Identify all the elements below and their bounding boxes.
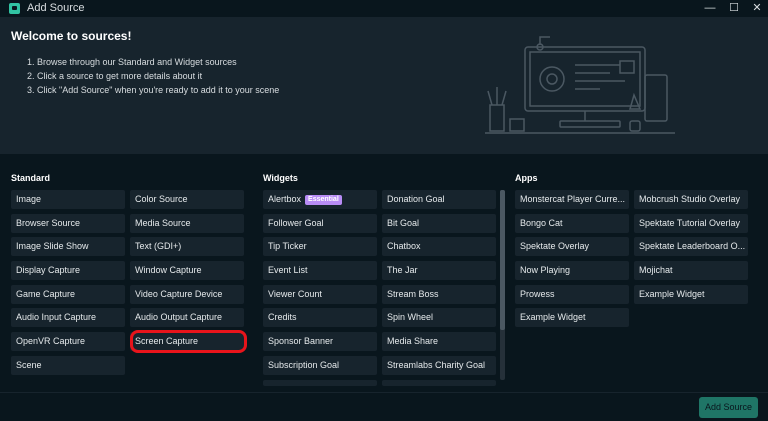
widget-alertbox-label: Alertbox: [268, 194, 302, 204]
close-button[interactable]: ✕: [746, 0, 768, 17]
source-image[interactable]: Image: [11, 190, 125, 209]
source-audio-output-capture[interactable]: Audio Output Capture: [130, 308, 244, 327]
widget-tip-ticker[interactable]: Tip Ticker: [263, 237, 377, 256]
widget-subscription-goal[interactable]: Subscription Goal: [263, 356, 377, 375]
widget-media-share[interactable]: Media Share: [382, 332, 496, 351]
source-media-source[interactable]: Media Source: [130, 214, 244, 233]
source-lists: Standard Image Color Source Browser Sour…: [0, 162, 768, 392]
apps-heading: Apps: [515, 173, 538, 183]
widget-viewer-count[interactable]: Viewer Count: [263, 285, 377, 304]
source-text-gdi[interactable]: Text (GDI+): [130, 237, 244, 256]
app-spektate-tutorial-overlay[interactable]: Spektate Tutorial Overlay: [634, 214, 748, 233]
app-spektate-leaderboard[interactable]: Spektate Leaderboard O...: [634, 237, 748, 256]
desk-illustration-icon: [485, 36, 675, 134]
app-now-playing[interactable]: Now Playing: [515, 261, 629, 280]
widget-partial-row[interactable]: [263, 380, 377, 386]
source-scene[interactable]: Scene: [11, 356, 125, 375]
source-browser-source[interactable]: Browser Source: [11, 214, 125, 233]
essential-badge: Essential: [305, 195, 342, 205]
source-color-source[interactable]: Color Source: [130, 190, 244, 209]
standard-heading: Standard: [11, 173, 51, 183]
widget-chatbox[interactable]: Chatbox: [382, 237, 496, 256]
widget-sponsor-banner[interactable]: Sponsor Banner: [263, 332, 377, 351]
widget-bit-goal[interactable]: Bit Goal: [382, 214, 496, 233]
maximize-button[interactable]: ☐: [723, 0, 745, 17]
welcome-panel: Welcome to sources! 1. Browse through ou…: [0, 17, 768, 154]
widget-follower-goal[interactable]: Follower Goal: [263, 214, 377, 233]
app-spektate-overlay[interactable]: Spektate Overlay: [515, 237, 629, 256]
app-monstercat-player[interactable]: Monstercat Player Curre...: [515, 190, 629, 209]
welcome-heading: Welcome to sources!: [11, 29, 132, 43]
app-bongo-cat[interactable]: Bongo Cat: [515, 214, 629, 233]
source-audio-input-capture[interactable]: Audio Input Capture: [11, 308, 125, 327]
minimize-button[interactable]: —: [699, 0, 721, 17]
widgets-heading: Widgets: [263, 173, 298, 183]
add-source-button[interactable]: Add Source: [699, 397, 758, 418]
source-window-capture[interactable]: Window Capture: [130, 261, 244, 280]
window-title: Add Source: [27, 2, 85, 14]
widget-stream-boss[interactable]: Stream Boss: [382, 285, 496, 304]
widget-alertbox[interactable]: Alertbox Essential: [263, 190, 377, 209]
widget-the-jar[interactable]: The Jar: [382, 261, 496, 280]
streamlabs-logo-icon: [9, 3, 20, 14]
welcome-step: 2. Click a source to get more details ab…: [27, 71, 203, 81]
source-image-slide-show[interactable]: Image Slide Show: [11, 237, 125, 256]
widget-spin-wheel[interactable]: Spin Wheel: [382, 308, 496, 327]
widgets-scroll-thumb[interactable]: [500, 190, 505, 330]
screen-capture-highlight: [130, 330, 247, 353]
app-mobcrush-studio-overlay[interactable]: Mobcrush Studio Overlay: [634, 190, 748, 209]
welcome-step: 3. Click "Add Source" when you're ready …: [27, 85, 280, 95]
welcome-step: 1. Browse through our Standard and Widge…: [27, 57, 237, 67]
widget-streamlabs-charity-goal[interactable]: Streamlabs Charity Goal: [382, 356, 496, 375]
app-example-widget[interactable]: Example Widget: [634, 285, 748, 304]
app-mojichat[interactable]: Mojichat: [634, 261, 748, 280]
title-bar: Add Source — ☐ ✕: [0, 0, 768, 17]
widget-credits[interactable]: Credits: [263, 308, 377, 327]
widget-event-list[interactable]: Event List: [263, 261, 377, 280]
footer-bar: [0, 392, 768, 421]
welcome-steps: 1. Browse through our Standard and Widge…: [27, 55, 279, 97]
widgets-scrollbar[interactable]: [500, 190, 505, 380]
app-example-widget[interactable]: Example Widget: [515, 308, 629, 327]
source-video-capture-device[interactable]: Video Capture Device: [130, 285, 244, 304]
widget-partial-row[interactable]: [382, 380, 496, 386]
source-openvr-capture[interactable]: OpenVR Capture: [11, 332, 125, 351]
widget-donation-goal[interactable]: Donation Goal: [382, 190, 496, 209]
source-game-capture[interactable]: Game Capture: [11, 285, 125, 304]
app-prowess[interactable]: Prowess: [515, 285, 629, 304]
source-display-capture[interactable]: Display Capture: [11, 261, 125, 280]
